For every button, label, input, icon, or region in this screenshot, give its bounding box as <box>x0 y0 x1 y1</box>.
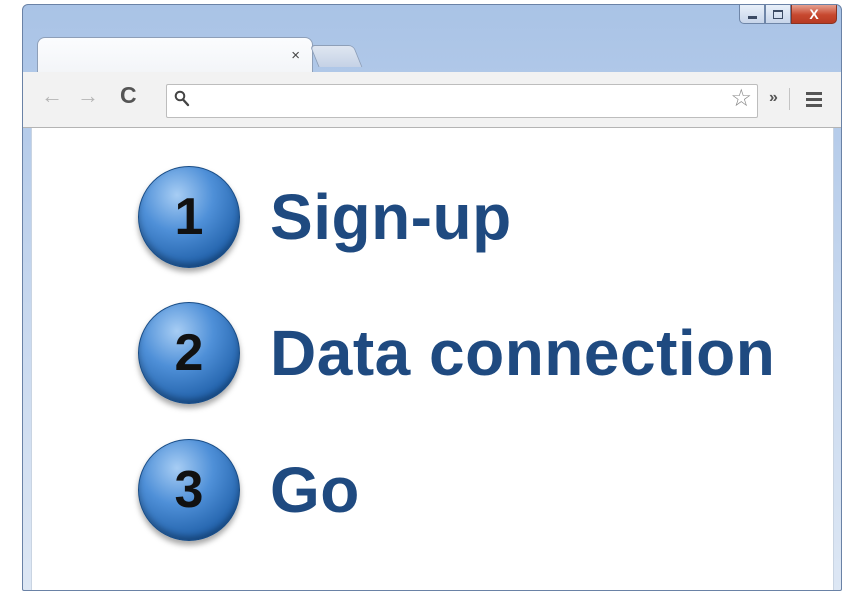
step-label: Data connection <box>270 317 776 389</box>
browser-window: X × ← → C ☆ » 1 Sign-up 2 Data connectio… <box>22 4 842 591</box>
address-bar[interactable]: ☆ <box>166 84 758 118</box>
extensions-overflow-icon[interactable]: » <box>769 89 778 107</box>
tab-close-icon[interactable]: × <box>291 48 300 63</box>
step-number-badge: 1 <box>138 166 240 268</box>
search-icon <box>174 90 190 113</box>
step-label: Sign-up <box>270 181 512 253</box>
window-controls: X <box>739 5 837 24</box>
browser-tab[interactable]: × <box>37 37 313 73</box>
step-item: 1 Sign-up <box>138 165 512 269</box>
bookmark-star-icon[interactable]: ☆ <box>730 87 752 111</box>
minimize-button[interactable] <box>739 5 765 24</box>
page-content: 1 Sign-up 2 Data connection 3 Go <box>31 128 834 590</box>
step-item: 2 Data connection <box>138 301 775 405</box>
toolbar-divider <box>789 88 790 110</box>
step-number-badge: 3 <box>138 439 240 541</box>
new-tab-button[interactable] <box>309 45 363 67</box>
close-window-button[interactable]: X <box>791 5 837 24</box>
step-number-badge: 2 <box>138 302 240 404</box>
step-label: Go <box>270 454 360 526</box>
reload-icon[interactable]: C <box>120 84 137 107</box>
menu-icon[interactable] <box>806 92 822 110</box>
maximize-icon <box>773 9 783 19</box>
back-arrow-icon[interactable]: ← <box>41 85 63 107</box>
maximize-button[interactable] <box>765 5 791 24</box>
minimize-icon <box>747 15 757 19</box>
browser-toolbar: ← → C ☆ » <box>23 72 841 128</box>
forward-arrow-icon[interactable]: → <box>77 85 99 107</box>
step-item: 3 Go <box>138 438 360 542</box>
